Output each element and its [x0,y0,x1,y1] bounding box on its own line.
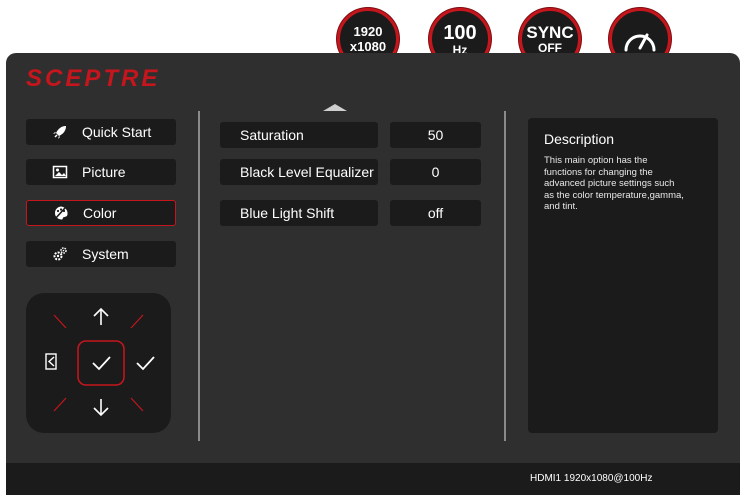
sync-badge-line1: SYNC [526,23,574,42]
check-right-icon[interactable] [136,356,155,371]
navigation-pad [26,293,171,433]
resolution-badge-line2: x1080 [349,39,387,54]
menu-item-label: Picture [82,164,126,180]
setting-blue-light-shift-value[interactable]: off [390,200,481,226]
check-icon[interactable] [77,340,125,386]
setting-saturation-value[interactable]: 50 [390,122,481,148]
menu-item-picture[interactable]: Picture [26,159,176,185]
brand-logo: SCEPTRE [26,65,161,92]
setting-value: 0 [431,164,440,180]
divider-left [198,111,200,441]
setting-saturation[interactable]: Saturation [220,122,378,148]
speedometer-icon [624,33,656,52]
menu-item-quick-start[interactable]: Quick Start [26,119,176,145]
palette-icon [49,205,73,221]
setting-value: 50 [427,127,444,143]
description-title: Description [544,131,615,147]
setting-blue-light-shift[interactable]: Blue Light Shift [220,200,378,226]
diagonal-mark [130,314,144,329]
setting-label: Black Level Equalizer [240,164,374,180]
exit-icon[interactable] [45,353,57,370]
refresh-rate-value: 100 [443,21,477,44]
setting-label: Blue Light Shift [240,205,335,221]
resolution-badge-line1: 1920 [353,24,383,39]
input-status: HDMI1 1920x1080@100Hz [530,473,653,484]
diagonal-mark [53,314,67,329]
arrow-down-icon[interactable] [93,399,109,417]
picture-icon [48,164,72,180]
diagonal-mark [130,397,144,412]
setting-black-level-equalizer-value[interactable]: 0 [390,159,481,185]
description-text: This main option has the functions for c… [544,155,684,212]
divider-right [504,111,506,441]
setting-black-level-equalizer[interactable]: Black Level Equalizer [220,159,378,185]
rocket-icon [48,124,72,140]
description-panel: Description This main option has the fun… [528,118,718,433]
status-bar: HDMI1 1920x1080@100Hz [6,463,740,495]
diagonal-mark [53,397,67,412]
setting-value: off [427,205,444,221]
menu-item-label: System [82,246,129,262]
gears-icon [48,246,72,262]
menu-item-label: Color [83,205,117,221]
menu-item-label: Quick Start [82,124,152,140]
osd-panel: SCEPTRE Quick Start Picture Color System [6,53,740,495]
arrow-up-icon[interactable] [93,307,109,325]
menu-item-color[interactable]: Color [26,200,176,226]
menu-item-system[interactable]: System [26,241,176,267]
scroll-up-indicator[interactable] [323,104,347,111]
setting-label: Saturation [240,127,304,143]
